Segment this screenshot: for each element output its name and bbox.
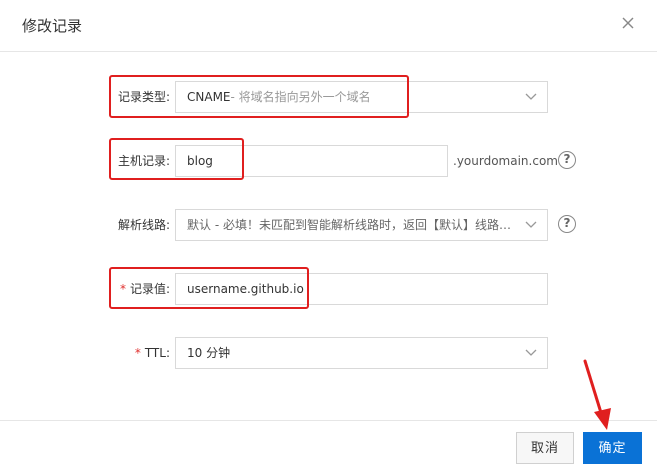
dialog-title: 修改记录 — [22, 17, 83, 35]
record-value-label: 记录值: — [129, 282, 170, 296]
chevron-down-icon — [525, 221, 537, 228]
help-icon[interactable]: ? — [558, 215, 576, 233]
resolution-line-label: 解析线路: — [117, 218, 170, 232]
record-value-row: * 记录值: username.github.io — [0, 273, 657, 305]
ttl-label: TTL: — [144, 346, 170, 360]
cancel-button[interactable]: 取消 — [516, 432, 574, 464]
required-mark: * — [134, 346, 141, 360]
record-type-label: 记录类型: — [117, 90, 170, 104]
ttl-row: * TTL: 10 分钟 — [0, 337, 657, 369]
close-icon[interactable] — [619, 14, 637, 32]
record-value-input[interactable]: username.github.io — [175, 273, 548, 305]
ttl-select[interactable]: 10 分钟 — [175, 337, 548, 369]
record-type-hint: - 将域名指向另外一个域名 — [230, 90, 371, 104]
help-icon[interactable]: ? — [558, 151, 576, 169]
domain-suffix: .yourdomain.com — [453, 154, 558, 168]
host-record-label: 主机记录: — [117, 154, 170, 168]
record-value-value: username.github.io — [187, 282, 304, 296]
ttl-value: 10 分钟 — [187, 346, 231, 360]
required-mark: * — [119, 282, 126, 296]
dialog-header: 修改记录 — [0, 0, 657, 52]
resolution-line-select[interactable]: 默认 - 必填！未匹配到智能解析线路时，返回【默认】线路设... — [175, 209, 548, 241]
host-record-value: blog — [187, 154, 213, 168]
resolution-line-value: 默认 - 必填！未匹配到智能解析线路时，返回【默认】线路设... — [187, 218, 523, 232]
chevron-down-icon — [525, 349, 537, 356]
resolution-line-row: 解析线路: 默认 - 必填！未匹配到智能解析线路时，返回【默认】线路设... ? — [0, 209, 657, 241]
record-type-row: 记录类型: CNAME- 将域名指向另外一个域名 — [0, 81, 657, 113]
record-type-select[interactable]: CNAME- 将域名指向另外一个域名 — [175, 81, 548, 113]
ok-button[interactable]: 确定 — [583, 432, 642, 464]
chevron-down-icon — [525, 93, 537, 100]
host-record-row: 主机记录: blog .yourdomain.com ? — [0, 145, 657, 177]
host-record-input[interactable]: blog — [175, 145, 448, 177]
record-type-value: CNAME — [187, 90, 231, 104]
edit-record-dialog: 修改记录 记录类型: CNAME- 将域名指向另外一个域名 主机记录: blog… — [0, 0, 657, 473]
